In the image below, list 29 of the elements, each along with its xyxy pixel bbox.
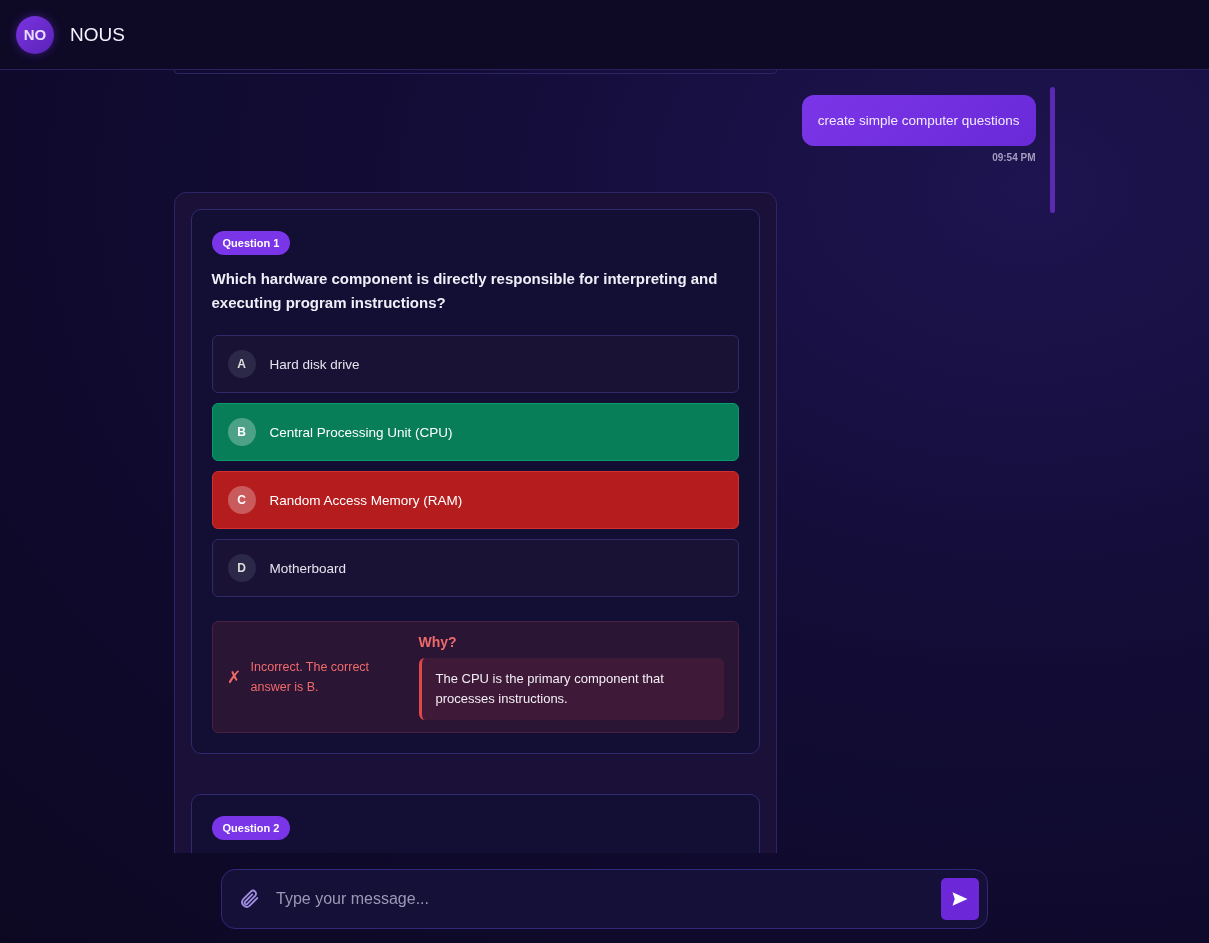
option-text: Hard disk drive bbox=[269, 356, 360, 372]
explanation-text: The CPU is the primary component that processes instructions. bbox=[418, 658, 724, 720]
question-badge: Question 1 bbox=[211, 231, 291, 255]
message-input[interactable]: Type your message... bbox=[274, 889, 927, 909]
why-label: Why? bbox=[418, 634, 458, 650]
scrollbar[interactable] bbox=[1050, 87, 1055, 213]
option-text: Motherboard bbox=[269, 560, 347, 576]
cross-icon: ✗ bbox=[226, 666, 241, 688]
send-button[interactable] bbox=[941, 878, 979, 920]
answer-option[interactable]: D Motherboard bbox=[211, 539, 739, 597]
avatar: NO bbox=[16, 15, 54, 54]
option-letter: B bbox=[227, 418, 256, 446]
option-letter: A bbox=[227, 350, 256, 378]
paperclip-icon[interactable] bbox=[238, 888, 260, 910]
answer-option[interactable]: A Hard disk drive bbox=[211, 335, 739, 393]
answer-option[interactable]: C Random Access Memory (RAM) bbox=[211, 471, 739, 529]
question-text: Which hardware component is directly responsible for interpreting and executing program instructions? bbox=[211, 269, 719, 313]
option-letter: D bbox=[227, 554, 256, 582]
question-badge: Question 2 bbox=[211, 816, 291, 840]
message-time: 09:54 PM bbox=[992, 152, 1036, 163]
send-icon bbox=[951, 890, 969, 908]
result-text: Incorrect. The correct answer is B. bbox=[250, 659, 371, 696]
option-letter: C bbox=[227, 486, 256, 514]
option-text: Central Processing Unit (CPU) bbox=[269, 424, 453, 440]
app-title: NOUS bbox=[70, 23, 125, 46]
option-text: Random Access Memory (RAM) bbox=[269, 492, 463, 508]
answer-option[interactable]: B Central Processing Unit (CPU) bbox=[211, 403, 739, 461]
message-composer[interactable]: Type your message... bbox=[221, 869, 988, 929]
user-message: create simple computer questions bbox=[801, 95, 1036, 146]
